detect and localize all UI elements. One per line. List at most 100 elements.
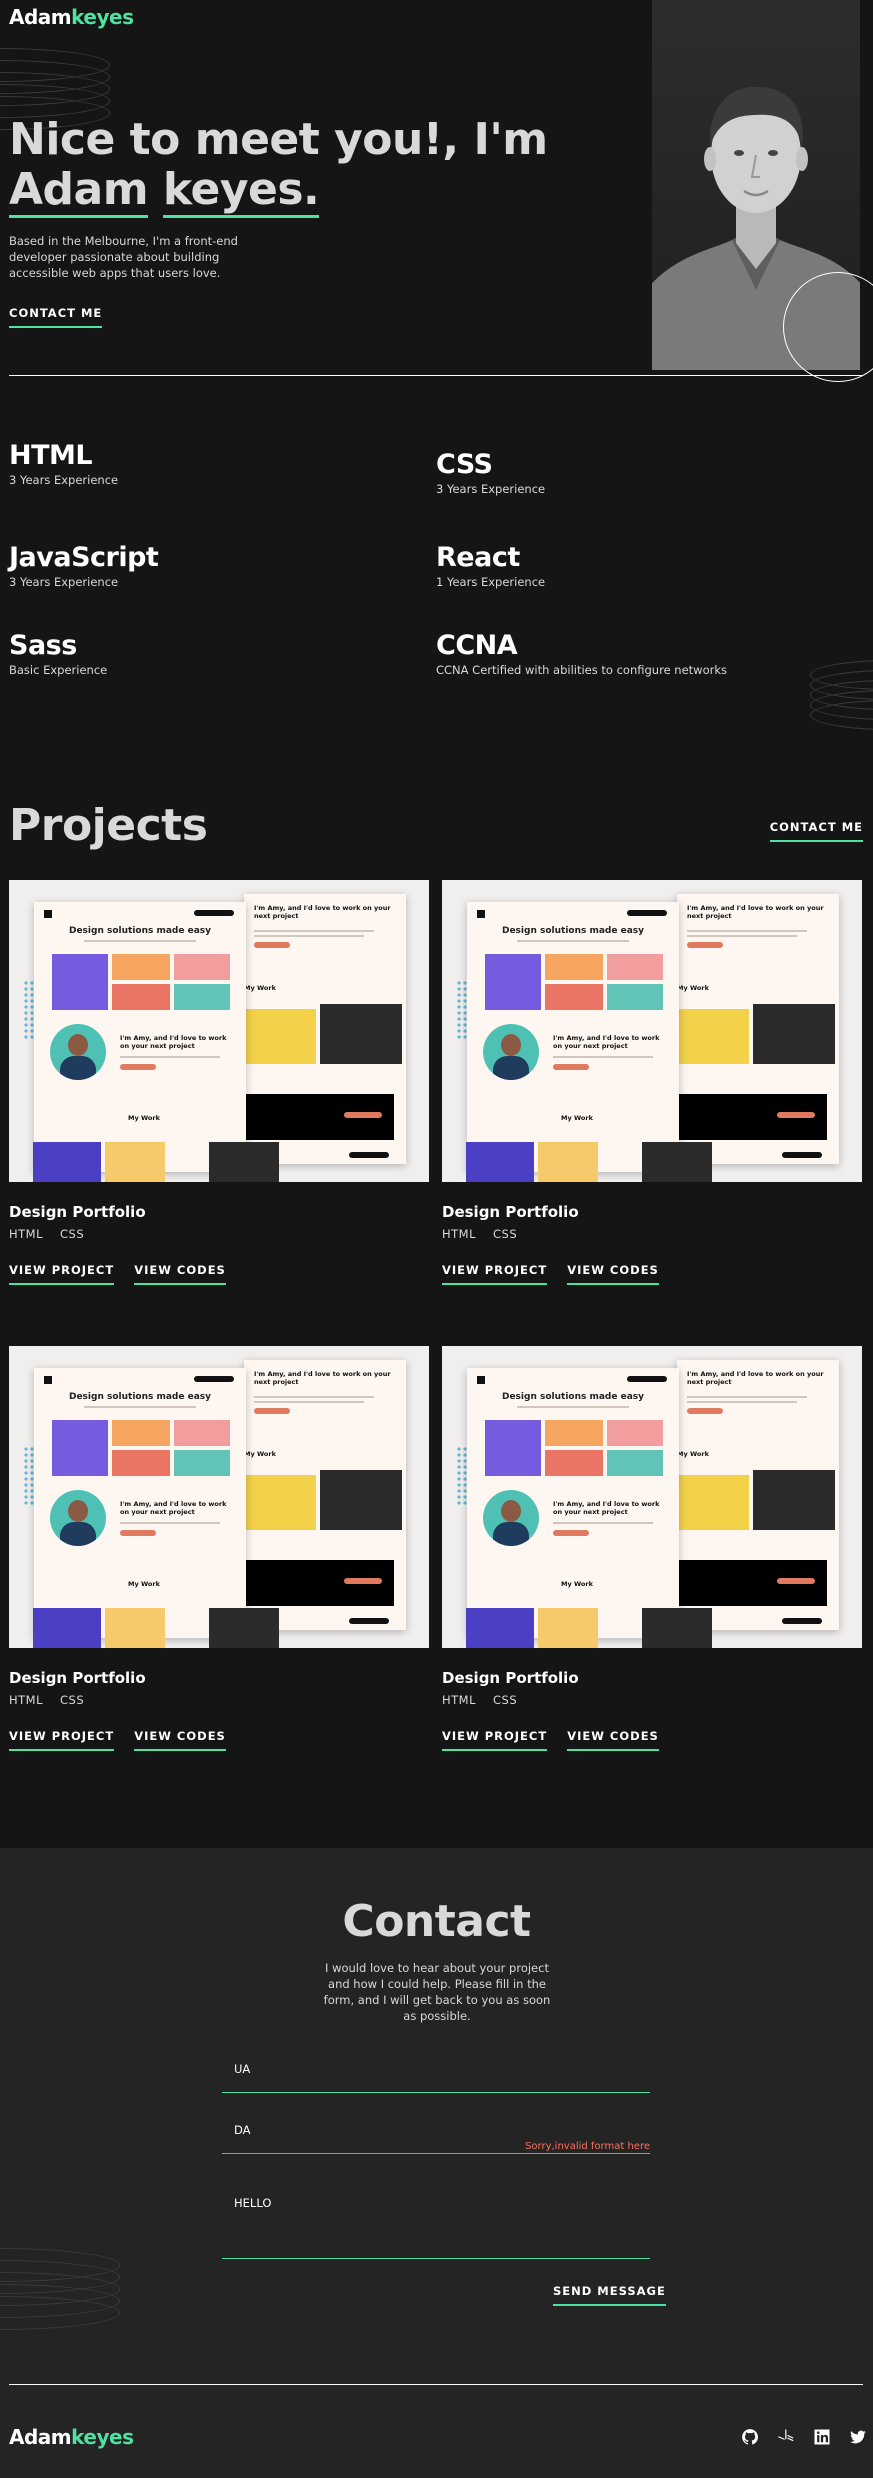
project-name: Design Portfolio — [442, 1669, 579, 1687]
github-icon[interactable] — [741, 2428, 759, 2446]
thumb-intro: I'm Amy, and I'd love to work on your ne… — [553, 1034, 660, 1050]
project-card: I'm Amy, and I'd love to work on your ne… — [9, 1346, 429, 1751]
thumb-page-front: Design solutions made easy I'm Amy, and I… — [34, 902, 246, 1172]
thumb-headline: Design solutions made easy — [68, 1392, 212, 1402]
project-thumbnail[interactable]: I'm Amy, and I'd love to work on your ne… — [442, 1346, 862, 1648]
linkedin-icon[interactable] — [813, 2428, 831, 2446]
contact-me-button[interactable]: CONTACT ME — [9, 306, 103, 328]
thumb-page-back: I'm Amy, and I'd love to work on your ne… — [669, 894, 839, 1164]
project-tag: CSS — [493, 1227, 518, 1241]
email-underline — [222, 2153, 650, 2154]
thumb-intro: I'm Amy, and I'd love to work on your ne… — [120, 1034, 227, 1050]
skill-css: CSS 3 Years Experience — [436, 449, 545, 496]
name-underline — [222, 2092, 650, 2093]
view-codes-button[interactable]: VIEW CODES — [134, 1729, 226, 1751]
projects-contact-button[interactable]: CONTACT ME — [769, 820, 863, 842]
thumb-headline: Design solutions made easy — [501, 1392, 645, 1402]
view-project-button[interactable]: VIEW PROJECT — [442, 1729, 548, 1751]
project-tag: CSS — [60, 1693, 85, 1707]
skill-subtitle: 1 Years Experience — [436, 575, 546, 589]
project-card: I'm Amy, and I'd love to work on your ne… — [442, 880, 862, 1285]
name-input[interactable] — [222, 2062, 650, 2092]
thumb-intro: I'm Amy, and I'd love to work on your ne… — [254, 1370, 391, 1386]
send-message-button[interactable]: SEND MESSAGE — [553, 2284, 666, 2306]
thumb-my-work: My Work — [677, 984, 709, 992]
email-field: Sorry,invalid format here — [222, 2119, 650, 2154]
contact-title: Contact — [342, 1896, 531, 1947]
thumb-my-work: My Work — [561, 1114, 593, 1122]
project-tag: HTML — [9, 1693, 44, 1707]
thumb-headline: Design solutions made easy — [68, 926, 212, 936]
skill-react: React 1 Years Experience — [436, 542, 545, 589]
contact-description: I would love to hear about your project … — [323, 1961, 551, 2023]
hero-title-prefix: Nice to meet you!, I'm — [9, 114, 548, 165]
projects-title: Projects — [9, 800, 208, 851]
project-tag: HTML — [442, 1227, 477, 1241]
view-project-button[interactable]: VIEW PROJECT — [9, 1729, 115, 1751]
thumb-intro: I'm Amy, and I'd love to work on your ne… — [120, 1500, 227, 1516]
rings-decoration — [810, 660, 873, 740]
skill-title: JavaScript — [9, 542, 159, 573]
skill-title: CCNA — [436, 630, 518, 661]
project-links: VIEW PROJECT VIEW CODES — [442, 1729, 862, 1751]
logo[interactable]: Adamkeyes — [9, 5, 134, 29]
thumb-intro: I'm Amy, and I'd love to work on your ne… — [553, 1500, 660, 1516]
twitter-icon[interactable] — [849, 2428, 867, 2446]
project-card: I'm Amy, and I'd love to work on your ne… — [442, 1346, 862, 1751]
frontend-mentor-icon[interactable] — [777, 2428, 795, 2446]
thumb-page-back: I'm Amy, and I'd love to work on your ne… — [236, 894, 406, 1164]
project-name: Design Portfolio — [9, 1669, 146, 1687]
thumb-page-front: Design solutions made easy I'm Amy, and I… — [467, 1368, 679, 1638]
thumb-intro: I'm Amy, and I'd love to work on your ne… — [687, 904, 824, 920]
skill-subtitle: 3 Years Experience — [436, 482, 546, 496]
rings-decoration — [0, 2248, 120, 2338]
footer-divider — [9, 2384, 863, 2385]
footer-social-links — [741, 2428, 867, 2446]
thumb-headline: Design solutions made easy — [501, 926, 645, 936]
thumb-my-work: My Work — [677, 1450, 709, 1458]
hero-title-name-a: Adam — [9, 164, 149, 218]
skill-subtitle: CCNA Certified with abilities to configu… — [436, 663, 727, 677]
skill-subtitle: Basic Experience — [9, 663, 108, 677]
thumb-my-work: My Work — [128, 1580, 160, 1588]
skill-subtitle: 3 Years Experience — [9, 473, 119, 487]
view-codes-button[interactable]: VIEW CODES — [567, 1729, 659, 1751]
project-links: VIEW PROJECT VIEW CODES — [9, 1729, 429, 1751]
project-name: Design Portfolio — [442, 1203, 579, 1221]
hero-title: Nice to meet you!, I'm Adam keyes. — [9, 114, 649, 218]
view-codes-button[interactable]: VIEW CODES — [567, 1263, 659, 1285]
project-tags: HTML CSS — [9, 1693, 429, 1707]
view-project-button[interactable]: VIEW PROJECT — [442, 1263, 548, 1285]
skill-sass: Sass Basic Experience — [9, 630, 107, 677]
message-underline — [222, 2258, 650, 2259]
logo-first: Adam — [9, 5, 72, 29]
project-tags: HTML CSS — [442, 1693, 862, 1707]
skill-subtitle: 3 Years Experience — [9, 575, 119, 589]
skill-ccna: CCNA CCNA Certified with abilities to co… — [436, 630, 727, 677]
thumb-my-work: My Work — [244, 1450, 276, 1458]
view-codes-button[interactable]: VIEW CODES — [134, 1263, 226, 1285]
skill-title: React — [436, 542, 520, 573]
message-field: HELLO — [222, 2196, 650, 2259]
skill-title: Sass — [9, 630, 77, 661]
thumb-intro: I'm Amy, and I'd love to work on your ne… — [254, 904, 391, 920]
name-field — [222, 2058, 650, 2093]
logo-second: keyes — [71, 5, 134, 29]
project-thumbnail[interactable]: I'm Amy, and I'd love to work on your ne… — [9, 880, 429, 1182]
skill-title: HTML — [9, 440, 93, 471]
project-links: VIEW PROJECT VIEW CODES — [9, 1263, 429, 1285]
project-tags: HTML CSS — [9, 1227, 429, 1241]
logo-second: keyes — [71, 2425, 134, 2449]
project-name: Design Portfolio — [9, 1203, 146, 1221]
thumb-page-back: I'm Amy, and I'd love to work on your ne… — [236, 1360, 406, 1630]
thumb-page-front: Design solutions made easy I'm Amy, and I… — [34, 1368, 246, 1638]
hero-description: Based in the Melbourne, I'm a front-end … — [9, 234, 238, 280]
view-project-button[interactable]: VIEW PROJECT — [9, 1263, 115, 1285]
message-input[interactable]: HELLO — [222, 2196, 650, 2254]
skill-html: HTML 3 Years Experience — [9, 440, 118, 487]
footer-logo[interactable]: Adamkeyes — [9, 2425, 134, 2449]
project-tag: HTML — [442, 1693, 477, 1707]
project-thumbnail[interactable]: I'm Amy, and I'd love to work on your ne… — [9, 1346, 429, 1648]
project-tags: HTML CSS — [442, 1227, 862, 1241]
project-thumbnail[interactable]: I'm Amy, and I'd love to work on your ne… — [442, 880, 862, 1182]
